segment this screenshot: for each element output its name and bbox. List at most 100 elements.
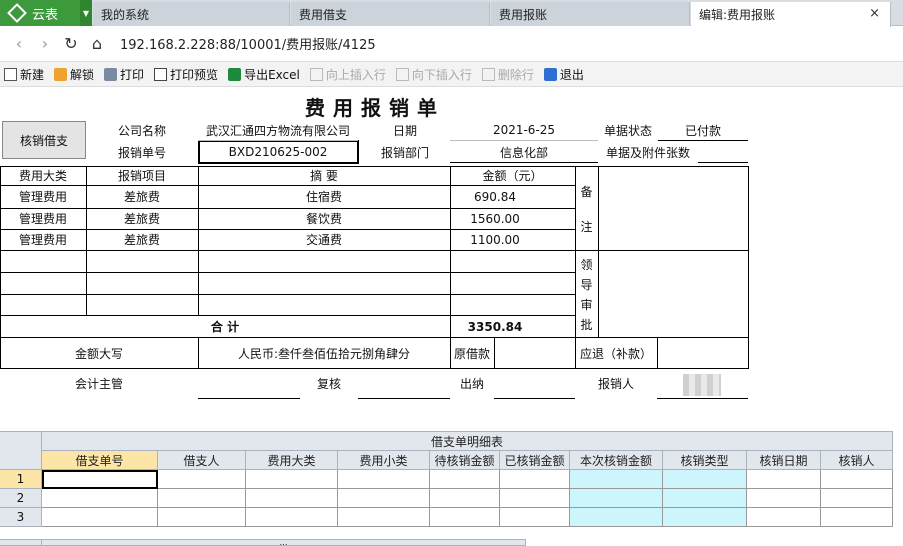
detail-cell[interactable] xyxy=(570,470,663,489)
detail-cell[interactable] xyxy=(338,508,430,527)
insert-below-label: 向下插入行 xyxy=(411,67,472,82)
row-summary[interactable]: 餐饮费 xyxy=(198,208,450,229)
detail-cell[interactable] xyxy=(338,489,430,508)
settle-loan-button[interactable]: 核销借支 xyxy=(2,121,86,159)
company-label: 公司名称 xyxy=(117,123,166,138)
row-item[interactable]: 差旅费 xyxy=(86,229,198,250)
row-number[interactable]: 1 xyxy=(0,470,42,489)
row-number[interactable]: 3 xyxy=(0,508,42,527)
detail-cell[interactable] xyxy=(821,489,893,508)
detail-col-header[interactable]: 借支人 xyxy=(158,451,246,470)
detail-cell[interactable] xyxy=(570,508,663,527)
url-field[interactable]: 192.168.2.228:88/10001/费用报账/4125 xyxy=(120,34,376,53)
detail-cell[interactable] xyxy=(500,470,570,489)
brand-menu[interactable]: 云表 xyxy=(0,0,80,26)
close-icon[interactable]: × xyxy=(869,6,880,21)
detail-cell[interactable] xyxy=(663,489,747,508)
delete-row-icon xyxy=(481,67,495,81)
dept-value[interactable]: 信息化部 xyxy=(450,141,598,163)
detail-cell[interactable] xyxy=(246,508,338,527)
attach-value[interactable] xyxy=(698,141,748,163)
tab-label: 费用借支 xyxy=(299,7,348,22)
row-item[interactable]: 差旅费 xyxy=(86,186,198,207)
approval-char: 批 xyxy=(580,317,593,332)
tab-label: 编辑:费用报账 xyxy=(699,8,776,22)
refresh-icon[interactable]: ↻ xyxy=(58,31,84,57)
export-excel-button[interactable]: 导出Excel xyxy=(228,66,300,83)
tab-edit-expense-claim[interactable]: 编辑:费用报账 × xyxy=(691,2,891,27)
row-number[interactable]: 2 xyxy=(0,489,42,508)
row-item[interactable]: 差旅费 xyxy=(86,208,198,229)
home-icon[interactable]: ⌂ xyxy=(84,31,110,57)
detail-col-header[interactable]: 核销人 xyxy=(821,451,893,470)
detail-col-header[interactable]: 核销类型 xyxy=(663,451,747,470)
detail-cell[interactable] xyxy=(430,470,500,489)
detail-cell[interactable] xyxy=(821,470,893,489)
detail-cell[interactable] xyxy=(500,489,570,508)
exit-button[interactable]: 退出 xyxy=(543,66,584,83)
detail-cell[interactable] xyxy=(430,508,500,527)
detail-cell[interactable] xyxy=(570,489,663,508)
detail-col-header[interactable]: 费用小类 xyxy=(338,451,430,470)
detail-cell[interactable] xyxy=(663,470,747,489)
detail-cell[interactable] xyxy=(500,508,570,527)
row-category[interactable]: 管理费用 xyxy=(0,208,86,229)
tab-expense-loan[interactable]: 费用借支 xyxy=(291,2,490,26)
total-label: 合 计 xyxy=(210,320,240,334)
detail-cell-active[interactable] xyxy=(42,470,158,489)
detail-cell[interactable] xyxy=(821,508,893,527)
detail-cell[interactable] xyxy=(158,470,246,489)
detail-cell[interactable] xyxy=(158,508,246,527)
detail-cell[interactable] xyxy=(663,508,747,527)
exit-label: 退出 xyxy=(559,67,584,82)
detail-col-header[interactable]: 费用大类 xyxy=(246,451,338,470)
print-preview-label: 打印预览 xyxy=(170,67,219,82)
detail-col-header[interactable]: 核销日期 xyxy=(747,451,821,470)
detail-cell[interactable] xyxy=(42,508,158,527)
detail-col-header[interactable]: 已核销金额 xyxy=(500,451,570,470)
row-summary[interactable]: 住宿费 xyxy=(198,186,450,207)
supervisor-label: 会计主管 xyxy=(74,376,123,391)
detail-col-header[interactable]: 本次核销金额 xyxy=(570,451,663,470)
row-summary[interactable]: 交通费 xyxy=(198,229,450,250)
col-item-header: 报销项目 xyxy=(117,169,166,183)
loan-detail-grid: 借支单明细表 借支单号 借支人 费用大类 费用小类 待核销金额 已核销金额 本次… xyxy=(0,431,903,546)
export-excel-label: 导出Excel xyxy=(244,67,300,82)
detail-cell[interactable] xyxy=(430,489,500,508)
insert-above-icon xyxy=(309,67,323,81)
detail-col-header[interactable]: 待核销金额 xyxy=(430,451,500,470)
row-amount[interactable]: 1100.00 xyxy=(450,229,540,250)
detail-cell[interactable] xyxy=(747,470,821,489)
back-icon[interactable]: ‹ xyxy=(6,31,32,57)
tab-my-system[interactable]: 我的系统 xyxy=(93,2,290,26)
detail-cell[interactable] xyxy=(246,470,338,489)
row-category[interactable]: 管理费用 xyxy=(0,229,86,250)
detail-col-header[interactable]: 借支单号 xyxy=(42,451,158,470)
original-loan-value[interactable] xyxy=(494,338,575,368)
unlock-button[interactable]: 解锁 xyxy=(54,66,94,83)
insert-below-icon xyxy=(395,67,409,81)
company-value[interactable]: 武汉汇通四方物流有限公司 xyxy=(198,119,358,141)
insert-row-below-button[interactable]: 向下插入行 xyxy=(395,66,472,83)
insert-row-above-button[interactable]: 向上插入行 xyxy=(309,66,386,83)
row-category[interactable]: 管理费用 xyxy=(0,186,86,207)
print-preview-button[interactable]: 打印预览 xyxy=(154,66,218,83)
brand-dropdown-icon[interactable]: ▼ xyxy=(80,0,92,26)
detail-cell[interactable] xyxy=(747,508,821,527)
row-amount[interactable]: 1560.00 xyxy=(450,208,540,229)
detail-cell[interactable] xyxy=(246,489,338,508)
tab-expense-claim[interactable]: 费用报账 xyxy=(491,2,690,26)
date-value[interactable]: 2021-6-25 xyxy=(450,119,598,141)
new-button[interactable]: 新建 xyxy=(4,66,44,83)
detail-cell[interactable] xyxy=(42,489,158,508)
detail-cell[interactable] xyxy=(338,470,430,489)
row-amount[interactable]: 690.84 xyxy=(450,186,540,207)
delete-row-button[interactable]: 删除行 xyxy=(481,66,534,83)
col-summary-header: 摘 要 xyxy=(310,169,338,183)
print-button[interactable]: 打印 xyxy=(104,66,144,83)
forward-icon[interactable]: › xyxy=(32,31,58,57)
grid-corner[interactable] xyxy=(0,431,42,470)
detail-cell[interactable] xyxy=(158,489,246,508)
detail-cell[interactable] xyxy=(747,489,821,508)
refund-value[interactable] xyxy=(657,338,748,368)
